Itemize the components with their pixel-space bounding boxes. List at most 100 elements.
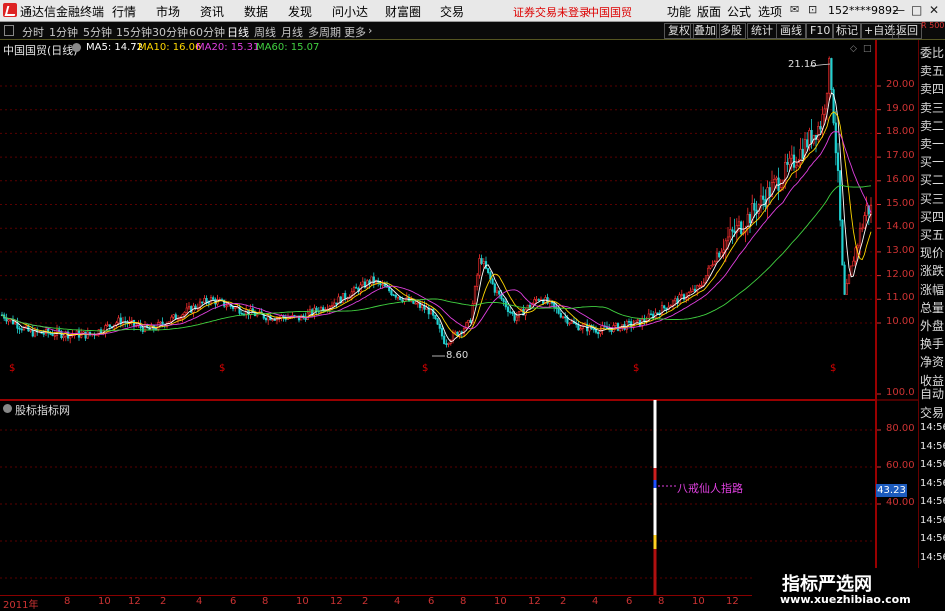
price-axis-tick: 20.00 xyxy=(886,79,915,90)
tab-15min[interactable]: 15分钟 xyxy=(116,24,152,40)
expand-icon[interactable]: □ xyxy=(863,44,872,54)
indicator-annotation: 八戒仙人指路 xyxy=(677,482,743,495)
quote-label: 委比 xyxy=(920,46,945,60)
quote-label: 买三 xyxy=(920,191,945,206)
svg-text:$: $ xyxy=(219,363,225,374)
time-axis-label: 4 xyxy=(394,596,401,607)
ma20-label: MA20: 15.31 xyxy=(196,42,260,53)
auto-trade-label[interactable]: 交易 xyxy=(920,404,944,421)
diamond-icon[interactable]: ◇ xyxy=(850,44,857,54)
back-button[interactable]: 返回 xyxy=(892,23,922,39)
svg-text:$: $ xyxy=(9,363,15,374)
user-account[interactable]: 152****9892 xyxy=(828,4,899,17)
time-axis-label: 12 xyxy=(726,596,739,607)
f10-button[interactable]: F10 xyxy=(806,23,835,39)
menu-item-options[interactable]: 选项 xyxy=(758,3,782,20)
ma10-label: MA10: 16.06 xyxy=(138,42,202,53)
stats-button[interactable]: 统计 xyxy=(747,23,777,39)
quote-label: 卖二 xyxy=(920,118,945,133)
time-axis-label: 6 xyxy=(230,596,237,607)
multi-stock-button[interactable]: 多股 xyxy=(716,23,746,39)
indicator-chart[interactable] xyxy=(0,400,876,595)
tab-more[interactable]: 更多 xyxy=(344,24,366,40)
quote-label: 买五 xyxy=(920,228,945,242)
price-axis-tick: 12.00 xyxy=(886,268,915,280)
tab-multi-period[interactable]: 多周期 xyxy=(308,24,341,40)
maximize-icon[interactable]: □ xyxy=(911,3,922,17)
indicator-axis-tick: 40.00 xyxy=(886,497,915,508)
menu-item-exchange[interactable]: 市场 xyxy=(156,3,180,20)
r500-badge: R 500 xyxy=(921,21,945,30)
tick-time: 14:56 xyxy=(920,496,945,507)
tab-1min[interactable]: 1分钟 xyxy=(49,24,78,40)
low-price-label: 8.60 xyxy=(446,350,469,361)
menu-item-assistant[interactable]: 问小达 xyxy=(332,3,368,20)
time-axis-label: 8 xyxy=(658,596,665,607)
time-axis-label: 8 xyxy=(460,596,467,607)
tab-weekly[interactable]: 周线 xyxy=(254,24,276,40)
indicator-panel[interactable]: 股标指标网 八戒仙人指路 xyxy=(0,400,876,595)
quote-label: 买二 xyxy=(920,173,945,188)
minimize-icon[interactable]: — xyxy=(893,3,905,17)
chevron-right-icon[interactable]: › xyxy=(368,24,372,37)
time-axis-label: 4 xyxy=(592,596,599,607)
right-price-axis: 20.00 19.00 18.00 17.00 16.00 15.00 14.00 13.00… xyxy=(876,40,918,595)
tab-intraday[interactable]: 分时 xyxy=(22,24,44,40)
draw-line-button[interactable]: 画线 xyxy=(776,23,806,39)
envelope-icon[interactable]: ✉ xyxy=(790,3,799,16)
time-axis-label: 8 xyxy=(262,596,269,607)
menu-item-function[interactable]: 功能 xyxy=(667,3,691,20)
mark-button[interactable]: 标记 xyxy=(832,23,862,39)
watermark-url: www.xuezhibiao.com xyxy=(780,593,911,606)
time-axis-label: 10 xyxy=(296,596,309,607)
app-logo-icon xyxy=(3,3,17,17)
time-axis-label: 10 xyxy=(494,596,507,607)
menu-item-discover[interactable]: 发现 xyxy=(288,3,312,20)
quote-label: 买四 xyxy=(920,209,945,224)
menu-item-layout[interactable]: 版面 xyxy=(697,3,721,20)
svg-text:$: $ xyxy=(633,363,639,374)
ma60-label: MA60: 15.07 xyxy=(256,42,320,53)
quote-label: 外盘 xyxy=(920,319,945,333)
menu-item-news[interactable]: 资讯 xyxy=(200,3,224,20)
quote-label: 卖五 xyxy=(920,64,945,79)
tab-30min[interactable]: 30分钟 xyxy=(152,24,188,40)
price-chart-panel[interactable]: $ $ $ $ $ 中国国贸(日线) MA5: 14.72 MA10: 16.06 MA… xyxy=(0,40,876,400)
indicator-settings-icon[interactable] xyxy=(3,404,12,413)
settings-dot-icon[interactable] xyxy=(72,43,81,52)
ma5-label: MA5: 14.72 xyxy=(86,42,144,53)
tab-daily[interactable]: 日线 xyxy=(227,24,249,40)
quote-label: 卖四 xyxy=(920,82,945,97)
indicator-axis-tick: 80.00 xyxy=(886,423,915,434)
quote-label: 总量 xyxy=(920,300,945,315)
period-toolbar: 分时 1分钟 5分钟 15分钟 30分钟 60分钟 日线 周线 月线 多周期 更… xyxy=(0,22,945,40)
tab-60min[interactable]: 60分钟 xyxy=(189,24,225,40)
tab-monthly[interactable]: 月线 xyxy=(281,24,303,40)
menu-item-wealth[interactable]: 财富圈 xyxy=(385,3,421,20)
chart-title: 中国国贸(日线) xyxy=(3,44,78,57)
tick-time: 14:56 xyxy=(920,422,945,433)
time-axis-label: 10 xyxy=(692,596,705,607)
watermark-logo: 指标严选网 www.xuezhibiao.com xyxy=(752,568,945,609)
menu-item-formula[interactable]: 公式 xyxy=(727,3,751,20)
svg-text:$: $ xyxy=(422,363,428,374)
close-icon[interactable]: ✕ xyxy=(929,3,939,17)
quote-side-panel: 委比 卖五 卖四 卖三 卖二 卖一 买一 买二 买三 买四 买五 现价 涨跌 涨幅 总量 外盘 换手 净资 收益 自动… xyxy=(918,40,945,609)
time-axis-label: 10 xyxy=(98,596,111,607)
candlestick-chart[interactable]: $ $ $ $ $ xyxy=(0,40,876,400)
time-axis-label: 4 xyxy=(196,596,203,607)
login-notice[interactable]: 证券交易未登录 xyxy=(513,4,590,20)
time-axis-label: 2 xyxy=(560,596,567,607)
time-axis-label: 12 xyxy=(528,596,541,607)
panel-toggle-icon[interactable] xyxy=(4,25,14,36)
menu-item-trade[interactable]: 交易 xyxy=(440,3,464,20)
tab-5min[interactable]: 5分钟 xyxy=(83,24,112,40)
quote-label: 涨幅 xyxy=(920,282,945,297)
lock-icon[interactable]: ⊡ xyxy=(808,3,817,16)
menu-item-data[interactable]: 数据 xyxy=(244,3,268,20)
tick-time: 14:56 xyxy=(920,477,945,489)
price-axis-tick: 16.00 xyxy=(886,173,915,185)
tick-time: 14:56 xyxy=(920,533,945,544)
menu-item-market[interactable]: 行情 xyxy=(112,3,136,20)
auto-trade-label[interactable]: 自动 xyxy=(920,385,944,402)
